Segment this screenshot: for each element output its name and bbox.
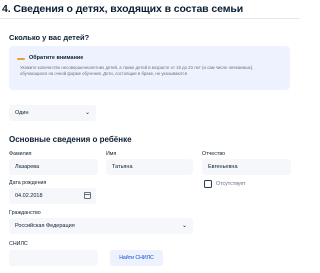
birthdate-field[interactable]: 04.02.2018 bbox=[9, 188, 96, 204]
snils-field[interactable] bbox=[9, 250, 98, 266]
surname-field[interactable]: Лазарева bbox=[9, 159, 98, 175]
section-title: 4. Сведения о детях, входящих в состав с… bbox=[2, 3, 244, 15]
notice-text: Укажите количество несовершеннолетних де… bbox=[20, 65, 254, 76]
birthdate-value: 04.02.2018 bbox=[15, 193, 43, 199]
divider bbox=[0, 18, 300, 19]
warning-bar-icon bbox=[17, 58, 25, 60]
citizenship-value: Российская Федерация bbox=[15, 223, 75, 229]
chevron-down-icon: ⌄ bbox=[181, 223, 187, 229]
patronymic-value: Евгеньевна bbox=[208, 164, 238, 170]
notice-title: Обратите внимание bbox=[29, 55, 84, 61]
patronymic-field[interactable]: Евгеньевна bbox=[202, 159, 291, 175]
citizenship-label: Гражданство bbox=[9, 210, 41, 216]
surname-value: Лазарева bbox=[15, 164, 40, 170]
no-patronymic-label: Отсутствует bbox=[216, 181, 246, 187]
name-label: Имя bbox=[106, 151, 117, 157]
no-patronymic-checkbox[interactable] bbox=[204, 180, 212, 188]
notice-box: Обратите внимание Укажите количество нес… bbox=[9, 46, 290, 90]
chevron-down-icon: ⌄ bbox=[84, 110, 90, 116]
calendar-icon[interactable] bbox=[84, 192, 91, 199]
find-snils-button[interactable]: Найти СНИЛС bbox=[110, 250, 163, 266]
children-count-select[interactable]: Один ⌄ bbox=[9, 105, 96, 121]
citizenship-select[interactable]: Российская Федерация ⌄ bbox=[9, 218, 193, 234]
children-count-value: Один bbox=[15, 110, 29, 116]
surname-label: Фамилия bbox=[9, 151, 32, 157]
child-info-title: Основные сведения о ребёнке bbox=[9, 135, 132, 144]
patronymic-label: Отчество bbox=[202, 151, 226, 157]
name-field[interactable]: Татьяна bbox=[106, 159, 193, 175]
children-count-question: Сколько у вас детей? bbox=[9, 33, 90, 42]
name-value: Татьяна bbox=[112, 164, 133, 170]
snils-label: СНИЛС bbox=[9, 241, 28, 247]
birthdate-label: Дата рождения bbox=[9, 180, 47, 186]
